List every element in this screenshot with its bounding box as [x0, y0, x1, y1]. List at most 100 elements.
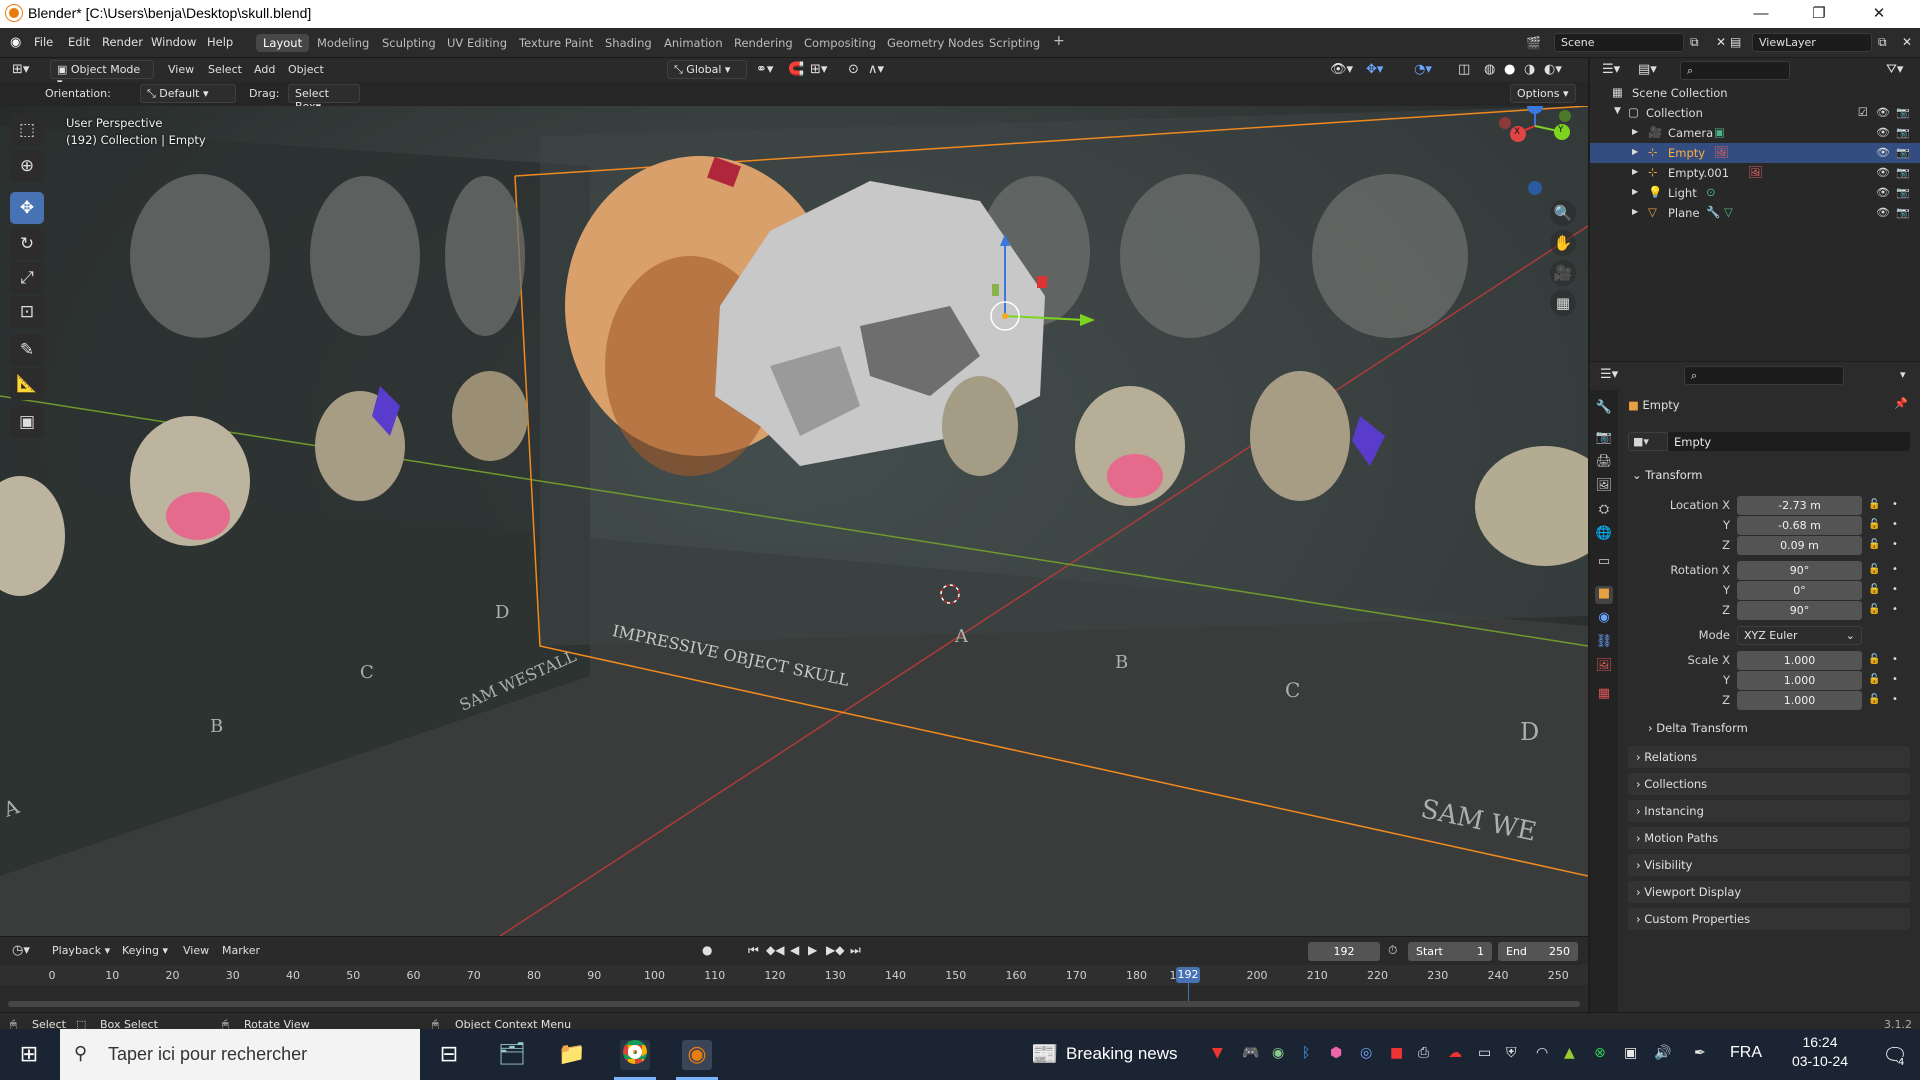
- rendered-shading-icon[interactable]: ◐▾: [1544, 62, 1562, 77]
- rotation-x-keyframe-icon[interactable]: •: [1892, 564, 1898, 575]
- gizmo-x-plane[interactable]: [1037, 276, 1047, 288]
- view-layer-field[interactable]: ViewLayer: [1752, 33, 1872, 52]
- scene-icon[interactable]: 🎬: [1526, 36, 1541, 50]
- panel-instancing[interactable]: › Instancing: [1628, 800, 1910, 822]
- file-explorer-icon[interactable]: 📁: [557, 1040, 587, 1070]
- rotation-x-lock-icon[interactable]: 🔓: [1868, 564, 1880, 575]
- expand-arrow-icon[interactable]: ▶: [1632, 127, 1638, 136]
- timeline-scrollbar[interactable]: [8, 1001, 1580, 1007]
- pin-icon[interactable]: 📌: [1894, 397, 1908, 410]
- viewport-menu-object[interactable]: Object: [288, 63, 324, 76]
- delta-transform-header[interactable]: › Delta Transform: [1648, 721, 1748, 735]
- location-z-keyframe-icon[interactable]: •: [1892, 539, 1898, 550]
- collection-render-icon[interactable]: 📷: [1896, 106, 1910, 119]
- menu-playback[interactable]: Playback ▾: [52, 944, 110, 957]
- scale-z-keyframe-icon[interactable]: •: [1892, 694, 1898, 705]
- rotation-x-field[interactable]: 90°: [1737, 561, 1862, 580]
- annotate-tool-icon[interactable]: ✎: [10, 334, 44, 366]
- viewport-menu-select[interactable]: Select: [208, 63, 242, 76]
- collection-tab-icon[interactable]: ▭: [1595, 554, 1613, 572]
- new-scene-icon[interactable]: ⧉: [1690, 35, 1699, 50]
- tray-app-icon-7[interactable]: ▣: [1624, 1045, 1637, 1061]
- timeline-editor-icon[interactable]: ◷▾: [12, 943, 30, 958]
- rotate-tool-icon[interactable]: ↻: [10, 228, 44, 260]
- render-tab-icon[interactable]: 📷: [1595, 430, 1613, 448]
- preview-range-icon[interactable]: ⏱: [1388, 943, 1397, 958]
- plane-modifier-icon[interactable]: 🔧: [1706, 205, 1720, 219]
- scale-y-field[interactable]: 1.000: [1737, 671, 1862, 690]
- location-z-lock-icon[interactable]: 🔓: [1868, 539, 1880, 550]
- collection-checkbox-icon[interactable]: ☑: [1858, 105, 1868, 119]
- security-icon[interactable]: ⛨: [1506, 1045, 1517, 1061]
- menu-file[interactable]: File: [34, 35, 53, 49]
- panel-relations[interactable]: › Relations: [1628, 746, 1910, 768]
- menu-help[interactable]: Help: [207, 35, 233, 49]
- gizmo-toggle-icon[interactable]: ✥▾: [1366, 62, 1383, 77]
- panel-custom-properties[interactable]: › Custom Properties: [1628, 908, 1910, 930]
- play-reverse-icon[interactable]: ◀: [790, 943, 799, 957]
- scene-field[interactable]: Scene: [1554, 33, 1684, 52]
- wifi-icon[interactable]: ◠: [1536, 1045, 1548, 1061]
- texture-tab-icon[interactable]: ▦: [1595, 686, 1613, 704]
- scale-y-keyframe-icon[interactable]: •: [1892, 674, 1898, 685]
- location-x-lock-icon[interactable]: 🔓: [1868, 499, 1880, 510]
- blender-taskbar-icon[interactable]: ◉: [682, 1040, 712, 1070]
- rotation-y-keyframe-icon[interactable]: •: [1892, 584, 1898, 595]
- view-layer-icon[interactable]: ▤: [1730, 35, 1741, 49]
- output-tab-icon[interactable]: 🖨: [1595, 454, 1613, 472]
- discord-icon[interactable]: 🎮: [1242, 1045, 1259, 1061]
- tray-app-icon-1[interactable]: ▼: [1212, 1045, 1223, 1061]
- rotation-y-lock-icon[interactable]: 🔓: [1868, 584, 1880, 595]
- scale-x-field[interactable]: 1.000: [1737, 651, 1862, 670]
- add-cube-tool-icon[interactable]: ▣: [10, 406, 44, 438]
- rotation-z-field[interactable]: 90°: [1737, 601, 1862, 620]
- prev-keyframe-icon[interactable]: ◆◀: [766, 943, 784, 957]
- windows-start-icon[interactable]: ⊞: [14, 1040, 44, 1070]
- add-workspace-button[interactable]: +: [1046, 31, 1072, 51]
- tab-animation[interactable]: Animation: [657, 34, 730, 52]
- tab-geometry-nodes[interactable]: Geometry Nodes: [880, 34, 991, 52]
- nav-gizmo-neg-y[interactable]: [1559, 110, 1571, 122]
- overlay-toggle-icon[interactable]: ◔▾: [1414, 62, 1432, 77]
- outliner-item-empty[interactable]: ▶ ⊹ Empty 🖼 👁 📷: [1590, 143, 1920, 163]
- camera-render-icon[interactable]: 📷: [1896, 126, 1910, 139]
- select-box-tool-icon[interactable]: ⬚: [10, 114, 44, 146]
- scale-x-lock-icon[interactable]: 🔓: [1868, 654, 1880, 665]
- close-window-button[interactable]: ✕: [1850, 0, 1908, 28]
- camera-view-icon[interactable]: 🎥: [1550, 260, 1576, 286]
- transform-tool-icon[interactable]: ⊡: [10, 296, 44, 328]
- nvidia-icon[interactable]: ◉: [1272, 1045, 1284, 1061]
- nav-gizmo-neg-x[interactable]: [1499, 117, 1511, 129]
- camera-data-icon[interactable]: ▣: [1714, 125, 1725, 139]
- start-frame-field[interactable]: Start 1: [1408, 942, 1492, 961]
- tab-modeling[interactable]: Modeling: [310, 34, 376, 52]
- volume-icon[interactable]: 🔊: [1654, 1045, 1671, 1061]
- tray-app-icon-2[interactable]: ⬢: [1330, 1045, 1342, 1061]
- jump-start-icon[interactable]: ⏮: [748, 943, 759, 958]
- battery-icon[interactable]: ▭: [1478, 1045, 1491, 1061]
- maximize-button[interactable]: ❐: [1790, 0, 1848, 28]
- tray-app-icon-5[interactable]: ⎙: [1418, 1045, 1429, 1061]
- solid-shading-icon[interactable]: ●: [1504, 62, 1515, 77]
- news-widget-label[interactable]: Breaking news: [1066, 1044, 1178, 1064]
- transform-orientation-dropdown[interactable]: ⤡ Global ▾: [667, 60, 747, 79]
- light-render-icon[interactable]: 📷: [1896, 186, 1910, 199]
- menu-keying[interactable]: Keying ▾: [122, 944, 168, 957]
- transform-panel-header[interactable]: ⌄ Transform: [1632, 468, 1703, 482]
- light-visibility-icon[interactable]: 👁: [1876, 186, 1890, 199]
- collapse-sidebar-icon[interactable]: ‹: [1574, 106, 1578, 111]
- snap-icon[interactable]: 🧲: [788, 62, 804, 77]
- tab-scripting[interactable]: Scripting: [982, 34, 1047, 52]
- collection-visibility-icon[interactable]: 👁: [1876, 106, 1890, 119]
- wireframe-shading-icon[interactable]: ◍: [1484, 62, 1495, 77]
- empty001-render-icon[interactable]: 📷: [1896, 166, 1910, 179]
- viewport-menu-view[interactable]: View: [168, 63, 194, 76]
- tab-compositing[interactable]: Compositing: [797, 34, 883, 52]
- plane-render-icon[interactable]: 📷: [1896, 206, 1910, 219]
- rotation-z-keyframe-icon[interactable]: •: [1892, 604, 1898, 615]
- end-frame-field[interactable]: End 250: [1498, 942, 1578, 961]
- world-tab-icon[interactable]: 🌐: [1595, 526, 1613, 544]
- tab-uv-editing[interactable]: UV Editing: [440, 34, 514, 52]
- proportional-edit-icon[interactable]: ⊙: [848, 62, 859, 77]
- perspective-grid-icon[interactable]: ▦: [1550, 290, 1576, 316]
